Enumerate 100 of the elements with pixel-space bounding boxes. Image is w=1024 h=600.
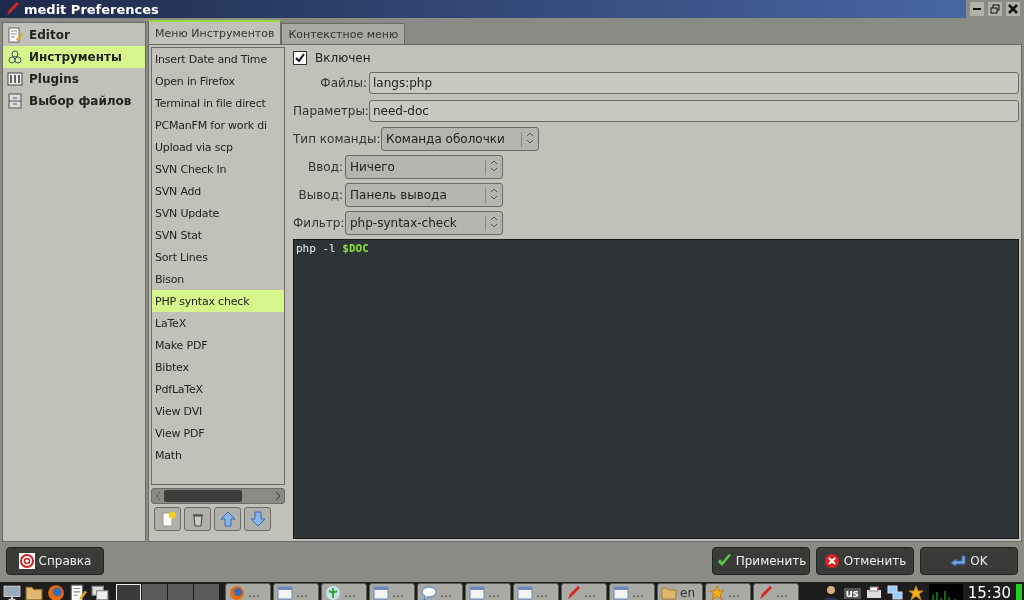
desktop-pager-cell[interactable] xyxy=(116,584,141,600)
tool-button[interactable] xyxy=(184,507,211,531)
sidebar-item[interactable]: Plugins xyxy=(3,68,145,90)
tool-item[interactable]: Bison xyxy=(152,268,284,290)
horizontal-scrollbar[interactable] xyxy=(151,488,285,504)
tool-item[interactable]: View PDF xyxy=(152,422,284,444)
launcher-button[interactable] xyxy=(90,583,110,600)
tool-item[interactable]: Terminal in file direct xyxy=(152,92,284,114)
sidebar-item[interactable]: Выбор файлов xyxy=(3,90,145,112)
taskbar-task[interactable]: … xyxy=(225,583,271,600)
updown-icon xyxy=(490,187,498,200)
tool-item[interactable]: SVN Stat xyxy=(152,224,284,246)
launcher-button[interactable] xyxy=(2,583,22,600)
tool-item[interactable]: PHP syntax check xyxy=(152,290,284,312)
scroll-right-icon[interactable] xyxy=(275,492,281,500)
new-document-icon xyxy=(159,511,176,527)
taskbar-task[interactable]: … xyxy=(609,583,655,600)
printer-icon[interactable] xyxy=(865,586,882,600)
speech-bubble-icon xyxy=(421,585,437,600)
updown-icon xyxy=(490,159,498,172)
combo-box[interactable]: php-syntax-check xyxy=(345,211,503,235)
battery-icon xyxy=(1016,584,1022,600)
checkbox-label: Включен xyxy=(315,51,371,65)
close-button[interactable] xyxy=(1006,2,1020,16)
tool-button[interactable] xyxy=(244,507,271,531)
tool-item[interactable]: View DVI xyxy=(152,400,284,422)
command-editor[interactable]: php -l $DOC xyxy=(293,239,1019,539)
taskbar-task[interactable]: en xyxy=(657,583,703,600)
field-label: Тип команды: xyxy=(293,132,379,146)
dialog-button[interactable]: Отменить xyxy=(816,547,914,575)
tool-button[interactable] xyxy=(214,507,241,531)
tool-item[interactable]: SVN Add xyxy=(152,180,284,202)
cancel-icon xyxy=(823,553,840,569)
taskbar-task[interactable]: … xyxy=(369,583,415,600)
tool-item[interactable]: LaTeX xyxy=(152,312,284,334)
desktop-pager-cell[interactable] xyxy=(168,584,193,600)
dialog-button[interactable]: OK xyxy=(920,547,1018,575)
field-label: Ввод: xyxy=(307,160,343,174)
tool-item[interactable]: SVN Check In xyxy=(152,158,284,180)
tab[interactable]: Контекстное меню xyxy=(281,23,406,44)
user-icon[interactable] xyxy=(822,585,839,600)
network-icon[interactable] xyxy=(886,585,903,600)
tool-item[interactable]: PCManFM for work di xyxy=(152,114,284,136)
desktop-pager-cell[interactable] xyxy=(142,584,167,600)
tab[interactable]: Меню Инструментов xyxy=(148,20,282,44)
tool-item[interactable]: Upload via scp xyxy=(152,136,284,158)
window-icon xyxy=(277,585,293,600)
help-button[interactable]: Справка xyxy=(6,547,104,575)
tool-item[interactable]: SVN Update xyxy=(152,202,284,224)
launcher-button[interactable] xyxy=(68,583,88,600)
taskbar-task[interactable]: … xyxy=(513,583,559,600)
tool-item[interactable]: PdfLaTeX xyxy=(152,378,284,400)
windows-icon xyxy=(91,584,109,600)
pencil-icon xyxy=(757,585,773,600)
sidebar-item[interactable]: Editor xyxy=(3,24,145,46)
combo-box[interactable]: Команда оболочки xyxy=(381,127,539,151)
taskbar-task[interactable]: … xyxy=(465,583,511,600)
taskbar-task[interactable]: … xyxy=(561,583,607,600)
minimize-button[interactable] xyxy=(970,2,984,16)
combo-box[interactable]: Панель вывода xyxy=(345,183,503,207)
return-arrow-icon xyxy=(950,553,967,569)
clock[interactable]: 15:30 xyxy=(967,584,1011,600)
restore-icon xyxy=(990,4,1000,14)
taskbar-task[interactable]: … xyxy=(753,583,799,600)
tool-item[interactable]: Sort Lines xyxy=(152,246,284,268)
input-field[interactable]: need-doc xyxy=(369,100,1019,122)
taskbar-task[interactable]: … xyxy=(417,583,463,600)
tool-item[interactable]: Bibtex xyxy=(152,356,284,378)
cpu-graph xyxy=(928,584,963,600)
folder-icon xyxy=(661,585,677,600)
window-icon xyxy=(517,585,533,600)
taskbar-task[interactable]: … xyxy=(705,583,751,600)
document-pencil-icon xyxy=(7,27,23,43)
window-icon xyxy=(373,585,389,600)
enabled-checkbox[interactable] xyxy=(293,51,307,65)
field-label: Параметры: xyxy=(293,104,367,118)
input-field[interactable]: langs:php xyxy=(369,72,1019,94)
cabinet-icon xyxy=(7,93,23,109)
pencil-icon xyxy=(4,1,20,17)
tool-item[interactable]: Math xyxy=(152,444,284,466)
combo-box[interactable]: Ничего xyxy=(345,155,503,179)
desktop-pager-cell[interactable] xyxy=(194,584,219,600)
window-icon xyxy=(469,585,485,600)
monitor-icon xyxy=(3,584,21,600)
sidebar-item[interactable]: Инструменты xyxy=(3,46,145,68)
pencil-icon xyxy=(565,585,581,600)
dialog-button[interactable]: Применить xyxy=(712,547,810,575)
tool-item[interactable]: Insert Date and Time xyxy=(152,48,284,70)
keyboard-layout[interactable]: us xyxy=(843,587,861,599)
taskbar-task[interactable]: … xyxy=(321,583,367,600)
tool-button[interactable] xyxy=(154,507,181,531)
globe-icon xyxy=(47,584,65,600)
window-title: medit Preferences xyxy=(24,1,160,17)
field-label: Вывод: xyxy=(297,188,343,202)
taskbar-task[interactable]: … xyxy=(273,583,319,600)
tool-item[interactable]: Open in Firefox xyxy=(152,70,284,92)
tool-item[interactable]: Make PDF xyxy=(152,334,284,356)
document-pencil-icon xyxy=(69,584,87,600)
minimize-icon xyxy=(973,8,981,10)
restore-button[interactable] xyxy=(988,2,1002,16)
